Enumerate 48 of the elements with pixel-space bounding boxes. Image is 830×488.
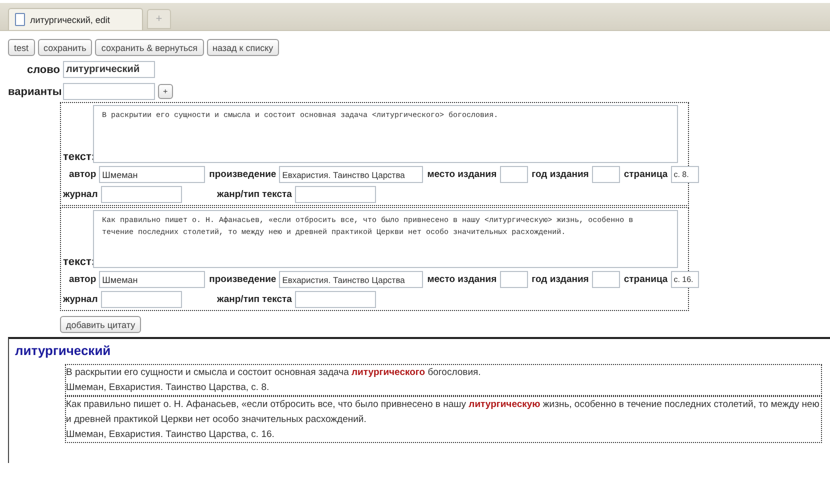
input-field[interactable] xyxy=(592,271,620,288)
source-text: Шмеман, Евхаристия. Таинство Царства, с. 8. xyxy=(66,381,270,395)
input-field[interactable] xyxy=(100,291,182,308)
source-text: Шмеман, Евхаристия. Таинство Царства, с. 16. xyxy=(66,428,276,442)
document-icon xyxy=(15,13,25,26)
toolbar-button[interactable]: назад к списку xyxy=(206,39,280,56)
field-label: произведение xyxy=(209,169,276,180)
field-label: текст: xyxy=(63,256,91,268)
add-citation-button[interactable]: добавить цитату xyxy=(60,316,142,333)
input-field[interactable]: Евхаристия. Таинство Царства xyxy=(279,166,424,183)
input-field[interactable]: Евхаристия. Таинство Царства xyxy=(279,271,424,288)
toolbar-button[interactable]: сохранить & вернуться xyxy=(95,39,204,56)
field-label: страница xyxy=(624,169,668,180)
input-field[interactable] xyxy=(592,166,620,183)
field-label: автор xyxy=(69,274,96,285)
field-label: жанр/тип текста xyxy=(217,189,292,200)
tab-title: литургический, edit xyxy=(30,14,110,24)
preview-heading: литургический xyxy=(15,343,112,358)
field-label: год издания xyxy=(532,169,589,180)
input-field[interactable] xyxy=(500,166,528,183)
field-label: журнал xyxy=(63,189,98,200)
field-label: место издания xyxy=(427,169,497,180)
browser-tab[interactable]: литургический, edit xyxy=(8,8,143,30)
quote-text: Как правильно пишет о. Н. Афанасьев, «если отбросить все, что было привнесено в нашу литургическую жизнь, особенно в течение последних столетий, то между нею и древней практикой Церкви нет особо значительных расхождений. xyxy=(66,398,820,427)
input-field[interactable] xyxy=(63,83,155,100)
input-field[interactable] xyxy=(100,186,182,203)
toolbar-button[interactable]: сохранить xyxy=(38,39,92,56)
input-field[interactable]: с. 8. xyxy=(670,166,699,183)
quote-text: В раскрытии его сущности и смысла и состоит основная задача литургического богословия. xyxy=(66,366,482,380)
input-field[interactable]: с. 16. xyxy=(670,271,699,288)
toolbar-button[interactable]: test xyxy=(8,39,35,56)
field-label: варианты xyxy=(8,86,60,98)
input-field[interactable] xyxy=(294,186,376,203)
field-label: год издания xyxy=(532,274,589,285)
field-label: страница xyxy=(624,274,668,285)
field-label: журнал xyxy=(63,294,98,305)
field-label: текст: xyxy=(63,151,91,163)
input-field[interactable] xyxy=(500,271,528,288)
field-label: произведение xyxy=(209,274,276,285)
input-field[interactable]: литургический xyxy=(63,61,155,78)
field-label: место издания xyxy=(427,274,497,285)
field-label: автор xyxy=(69,169,96,180)
input-field[interactable]: Шмеман xyxy=(99,271,206,288)
add-variant-button[interactable]: + xyxy=(158,84,173,99)
input-field[interactable] xyxy=(294,291,376,308)
input-field[interactable]: Шмеман xyxy=(99,166,206,183)
field-label: слово xyxy=(26,64,60,76)
field-label: жанр/тип текста xyxy=(217,294,292,305)
